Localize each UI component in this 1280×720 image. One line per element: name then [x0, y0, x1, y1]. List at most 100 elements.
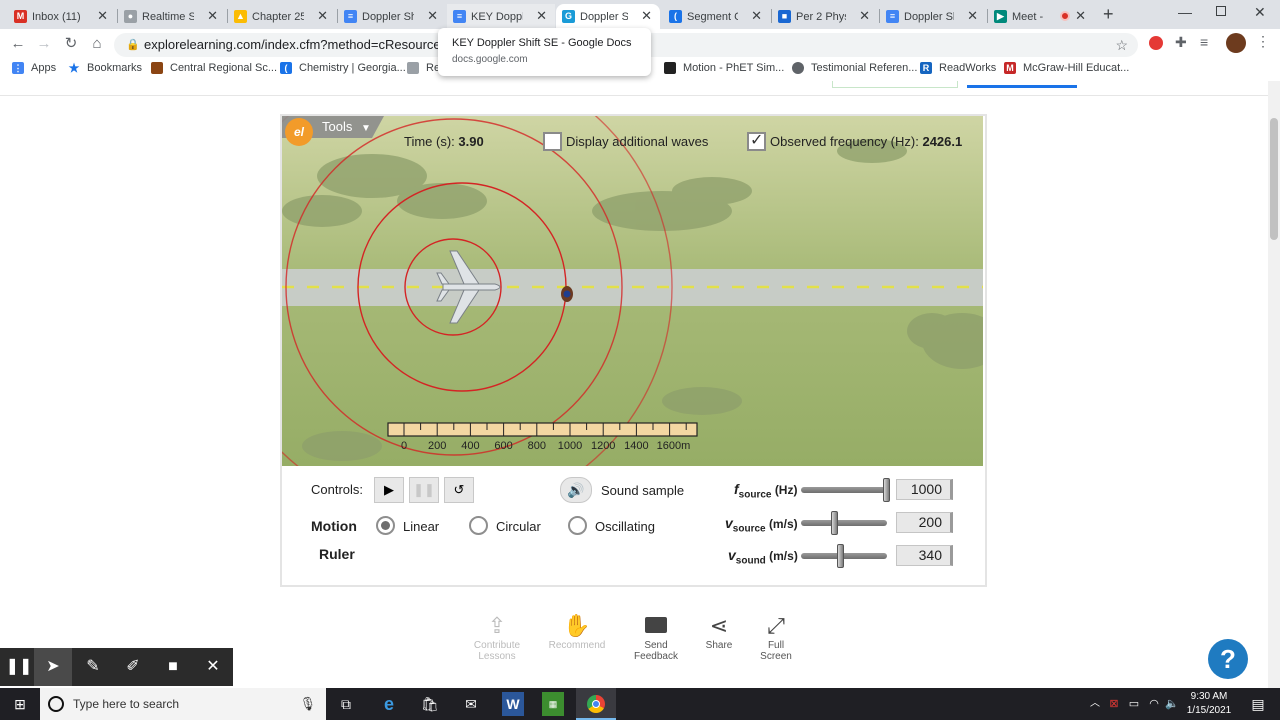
v-sound-value[interactable]: 340: [896, 545, 953, 566]
minimize-icon[interactable]: —: [1178, 4, 1192, 20]
recommend-button[interactable]: ✋ Recommend: [542, 612, 612, 651]
radio-linear[interactable]: [376, 516, 395, 535]
page-icon: [407, 62, 419, 74]
bookmark-phet[interactable]: Motion - PhET Sim...: [664, 62, 784, 74]
green-app-icon[interactable]: ▦: [542, 692, 564, 716]
play-button[interactable]: ▶: [374, 477, 404, 503]
full-screen-button[interactable]: ⤢ Full Screen: [741, 612, 811, 662]
pause-button[interactable]: ❚❚: [409, 477, 439, 503]
v-sound-slider-thumb[interactable]: [837, 544, 845, 568]
radio-oscillating-label: Oscillating: [595, 519, 655, 534]
v-source-value[interactable]: 200: [896, 512, 953, 533]
bookmark-star-icon[interactable]: ☆: [1115, 33, 1128, 57]
contribute-lessons-button[interactable]: ⇪ Contribute Lessons: [462, 612, 532, 662]
reload-icon[interactable]: ↻: [62, 35, 80, 53]
close-icon[interactable]: ✕: [536, 8, 547, 24]
bookmark-re[interactable]: Re: [407, 62, 440, 74]
windows-start-icon[interactable]: ⊞: [6, 692, 34, 716]
tab-8[interactable]: ≡ Doppler Shif ✕: [880, 4, 986, 29]
action-center-icon[interactable]: ▤: [1244, 692, 1272, 716]
radio-oscillating[interactable]: [568, 516, 587, 535]
fullscreen-icon: ⤢: [767, 613, 785, 638]
bookmark-label: Chemistry | Georgia...: [299, 62, 406, 74]
close-icon[interactable]: ✕: [317, 8, 328, 24]
tab-9[interactable]: ▶ Meet - ✕: [988, 4, 1094, 29]
tab-2[interactable]: ▲ Chapter 25 ✕: [228, 4, 336, 29]
f-source-slider[interactable]: [801, 487, 887, 493]
close-icon[interactable]: ✕: [1075, 8, 1086, 24]
bookmark-apps[interactable]: ⋮ Apps: [12, 62, 56, 74]
cursor-icon[interactable]: ➤: [34, 648, 72, 686]
task-view-icon[interactable]: ⧉: [332, 692, 360, 716]
bookmark-readworks[interactable]: R ReadWorks: [920, 62, 996, 74]
bookmark-mcgraw[interactable]: M McGraw-Hill Educat...: [1004, 62, 1129, 74]
chrome-icon[interactable]: [576, 688, 616, 720]
system-clock[interactable]: 9:30 AM 1/15/2021: [1182, 690, 1236, 718]
radio-circular[interactable]: [469, 516, 488, 535]
page-top-button[interactable]: [967, 81, 1077, 88]
additional-waves-checkbox[interactable]: [543, 132, 562, 151]
word-icon[interactable]: W: [502, 692, 524, 716]
highlighter-icon[interactable]: ✐: [114, 648, 152, 686]
scene-svg: 0 200 400 600 800 1000 1200 1400 1600m: [282, 116, 983, 466]
upload-icon: ⇪: [487, 613, 507, 638]
close-icon[interactable]: ✕: [427, 8, 438, 24]
docs-icon: ≡: [886, 10, 899, 23]
send-feedback-button[interactable]: Send Feedback: [621, 612, 691, 662]
tab-3[interactable]: ≡ Doppler Shif ✕: [338, 4, 446, 29]
search-placeholder: Type here to search: [73, 697, 180, 711]
tab-0[interactable]: M Inbox (11) - ✕: [8, 4, 116, 29]
observed-frequency-checkbox[interactable]: ✓: [747, 132, 766, 151]
forward-icon[interactable]: →: [35, 35, 53, 53]
bookmark-label: Central Regional Sc...: [170, 62, 277, 74]
window-close-icon[interactable]: ✕: [1254, 4, 1266, 21]
profile-avatar[interactable]: [1226, 33, 1246, 53]
mail-icon[interactable]: ✉: [457, 692, 485, 716]
menu-icon[interactable]: ⋮: [1256, 33, 1270, 50]
bookmark-central[interactable]: Central Regional Sc...: [151, 62, 277, 74]
tools-menu[interactable]: Tools ▼: [322, 119, 371, 134]
pause-icon[interactable]: ❚❚: [0, 648, 38, 686]
microphone-icon[interactable]: 🎙: [299, 688, 316, 720]
bookmark-bookmarks[interactable]: ★ Bookmarks: [68, 62, 142, 74]
home-icon[interactable]: ⌂: [88, 35, 106, 53]
tab-6[interactable]: ( Segment C ✕: [663, 4, 770, 29]
ruler-tick-label: 200: [428, 440, 446, 452]
close-icon[interactable]: ✕: [967, 8, 978, 24]
restore-icon[interactable]: [1216, 6, 1226, 16]
tab-5-active[interactable]: G Doppler Shif ✕: [556, 4, 660, 29]
sound-sample-label: Sound sample: [601, 483, 685, 498]
close-icon[interactable]: ✕: [207, 8, 218, 24]
sound-sample-button[interactable]: 🔊: [560, 477, 592, 503]
reset-button[interactable]: ↺: [444, 477, 474, 503]
close-icon[interactable]: ✕: [97, 8, 108, 24]
new-tab-icon[interactable]: +: [1103, 4, 1114, 25]
extension-icon[interactable]: [1149, 36, 1163, 50]
puzzle-icon[interactable]: ✚: [1175, 34, 1187, 51]
tab-7[interactable]: ■ Per 2 Physic ✕: [772, 4, 878, 29]
v-source-slider[interactable]: [801, 520, 887, 526]
media-icon[interactable]: ≡: [1200, 34, 1208, 50]
back-icon[interactable]: ←: [9, 35, 27, 53]
page-top-element: [832, 81, 958, 88]
edge-icon[interactable]: e: [375, 692, 403, 716]
close-icon[interactable]: ✕: [641, 8, 652, 24]
store-icon[interactable]: 🛍: [416, 692, 444, 716]
f-source-value[interactable]: 1000: [896, 479, 953, 500]
v-source-slider-thumb[interactable]: [831, 511, 839, 535]
bookmark-testimonial[interactable]: Testimonial Referen...: [792, 62, 917, 74]
close-icon[interactable]: ✕: [194, 648, 232, 686]
f-source-slider-thumb[interactable]: [883, 478, 890, 502]
bookmark-chemistry[interactable]: (Chemistry | Georgia...: [280, 62, 406, 74]
close-icon[interactable]: ✕: [751, 8, 762, 24]
help-button[interactable]: ?: [1208, 639, 1248, 679]
tab-title: Inbox (11) -: [32, 10, 84, 23]
simulation-scene[interactable]: 0 200 400 600 800 1000 1200 1400 1600m el Tools …: [282, 116, 983, 466]
camera-icon[interactable]: ■: [154, 648, 192, 686]
tab-1[interactable]: ● Realtime Stu ✕: [118, 4, 226, 29]
close-icon[interactable]: ✕: [859, 8, 870, 24]
scrollbar-thumb[interactable]: [1270, 118, 1278, 240]
tab-4[interactable]: ≡ KEY Doppler ✕: [447, 4, 555, 29]
pen-icon[interactable]: ✎: [74, 648, 112, 686]
taskbar-search[interactable]: Type here to search 🎙: [40, 688, 326, 720]
